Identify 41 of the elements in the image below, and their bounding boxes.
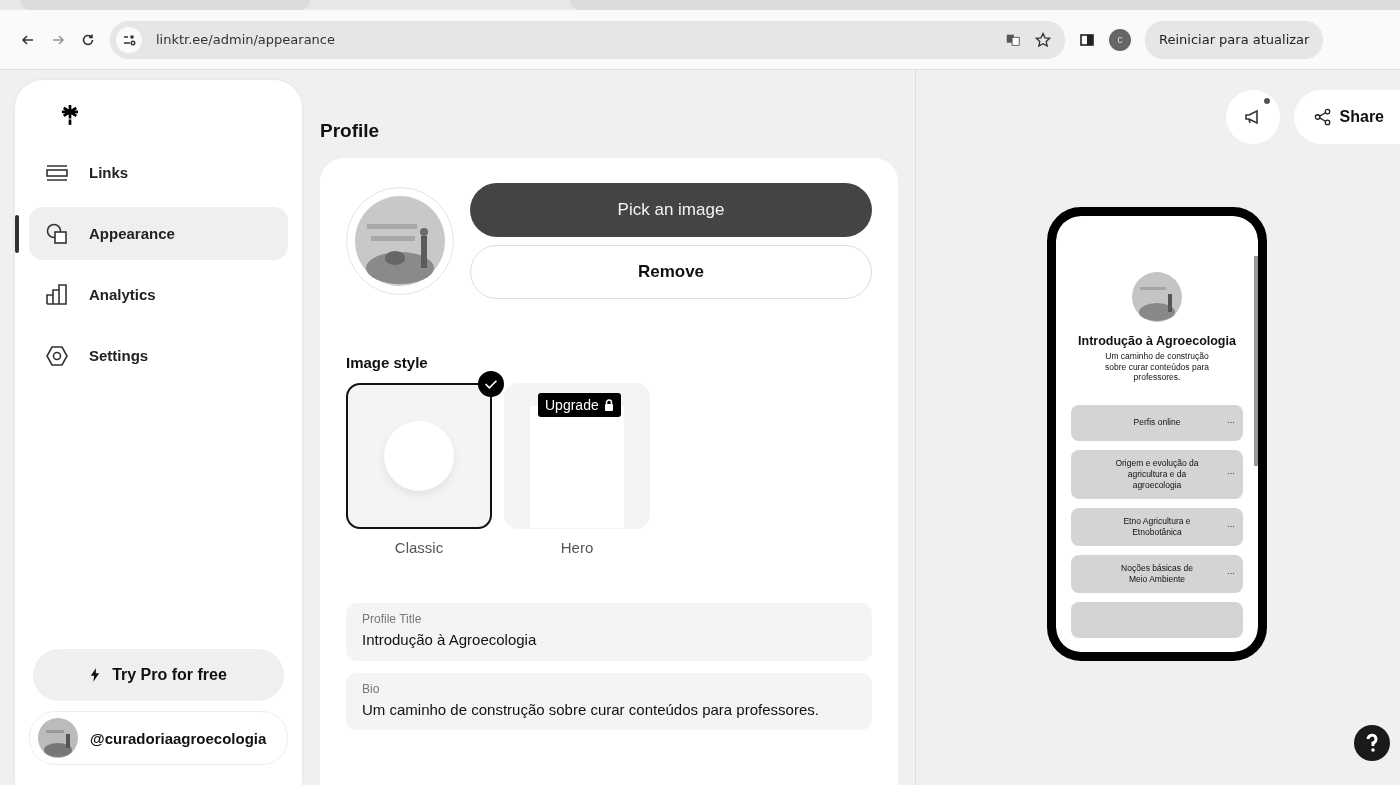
lock-icon [603,399,614,411]
restart-button[interactable]: Reiniciar para atualizar [1145,20,1324,59]
field-label: Image style [346,354,429,371]
nav-item[interactable]: Appearance [29,207,288,260]
share-icon [1313,108,1332,126]
star-icon[interactable] [1035,31,1051,48]
lightning-icon [90,667,101,683]
option-label: Hero [560,539,594,556]
share-button[interactable]: Share [1293,90,1400,144]
notification-dot [1263,98,1270,104]
address-bar[interactable]: linktr.ee/admin/appearance [110,20,1065,59]
side-panel-icon[interactable] [1079,31,1095,48]
help-icon[interactable] [1354,725,1390,761]
nav-item[interactable]: Links [29,146,288,199]
active-indicator [15,215,19,253]
section-heading: Profile [320,120,381,142]
style-option[interactable] [346,383,492,529]
account-button[interactable]: @curadoriaagroecologia [29,711,288,765]
bar-chart-icon [45,282,69,307]
preview-link[interactable]: Perfis online ··· [1071,404,1243,441]
profile-avatar[interactable]: c [1109,28,1131,51]
option-label: Classic [394,539,444,556]
check-icon [478,371,504,397]
settings-icon [45,343,69,368]
preview-link[interactable]: Etno Agricultura e Etnobotânica ··· [1071,508,1243,547]
nav-item[interactable]: Analytics [29,268,288,321]
style-option[interactable]: Upgrade [504,383,650,529]
shapes-icon [45,221,69,246]
logo-icon [61,104,79,126]
pick-image-button[interactable]: Pick an image [470,183,872,237]
nav-item[interactable]: Settings [29,329,288,382]
try-pro-button[interactable]: Try Pro for free [33,649,284,701]
remove-button[interactable]: Remove [470,245,872,299]
site-settings-icon[interactable] [116,26,142,53]
preview-link[interactable]: Noções básicas de Meio Ambiente ··· [1071,555,1243,594]
preview-title: Introdução à Agroecologia [1078,334,1236,348]
text-field[interactable]: Bio Um caminho de construção sobre curar conteúdos para professores. [346,672,872,730]
text-field[interactable]: Profile Title Introdução à Agroecologia [346,603,872,661]
preview-bio: Um caminho de construção sobre curar conteúdos para professores. [1104,351,1210,383]
upgrade-badge: Upgrade [538,393,621,417]
preview-link[interactable]: Origem e evolução da agricultura e da agroecologia ··· [1071,449,1243,499]
